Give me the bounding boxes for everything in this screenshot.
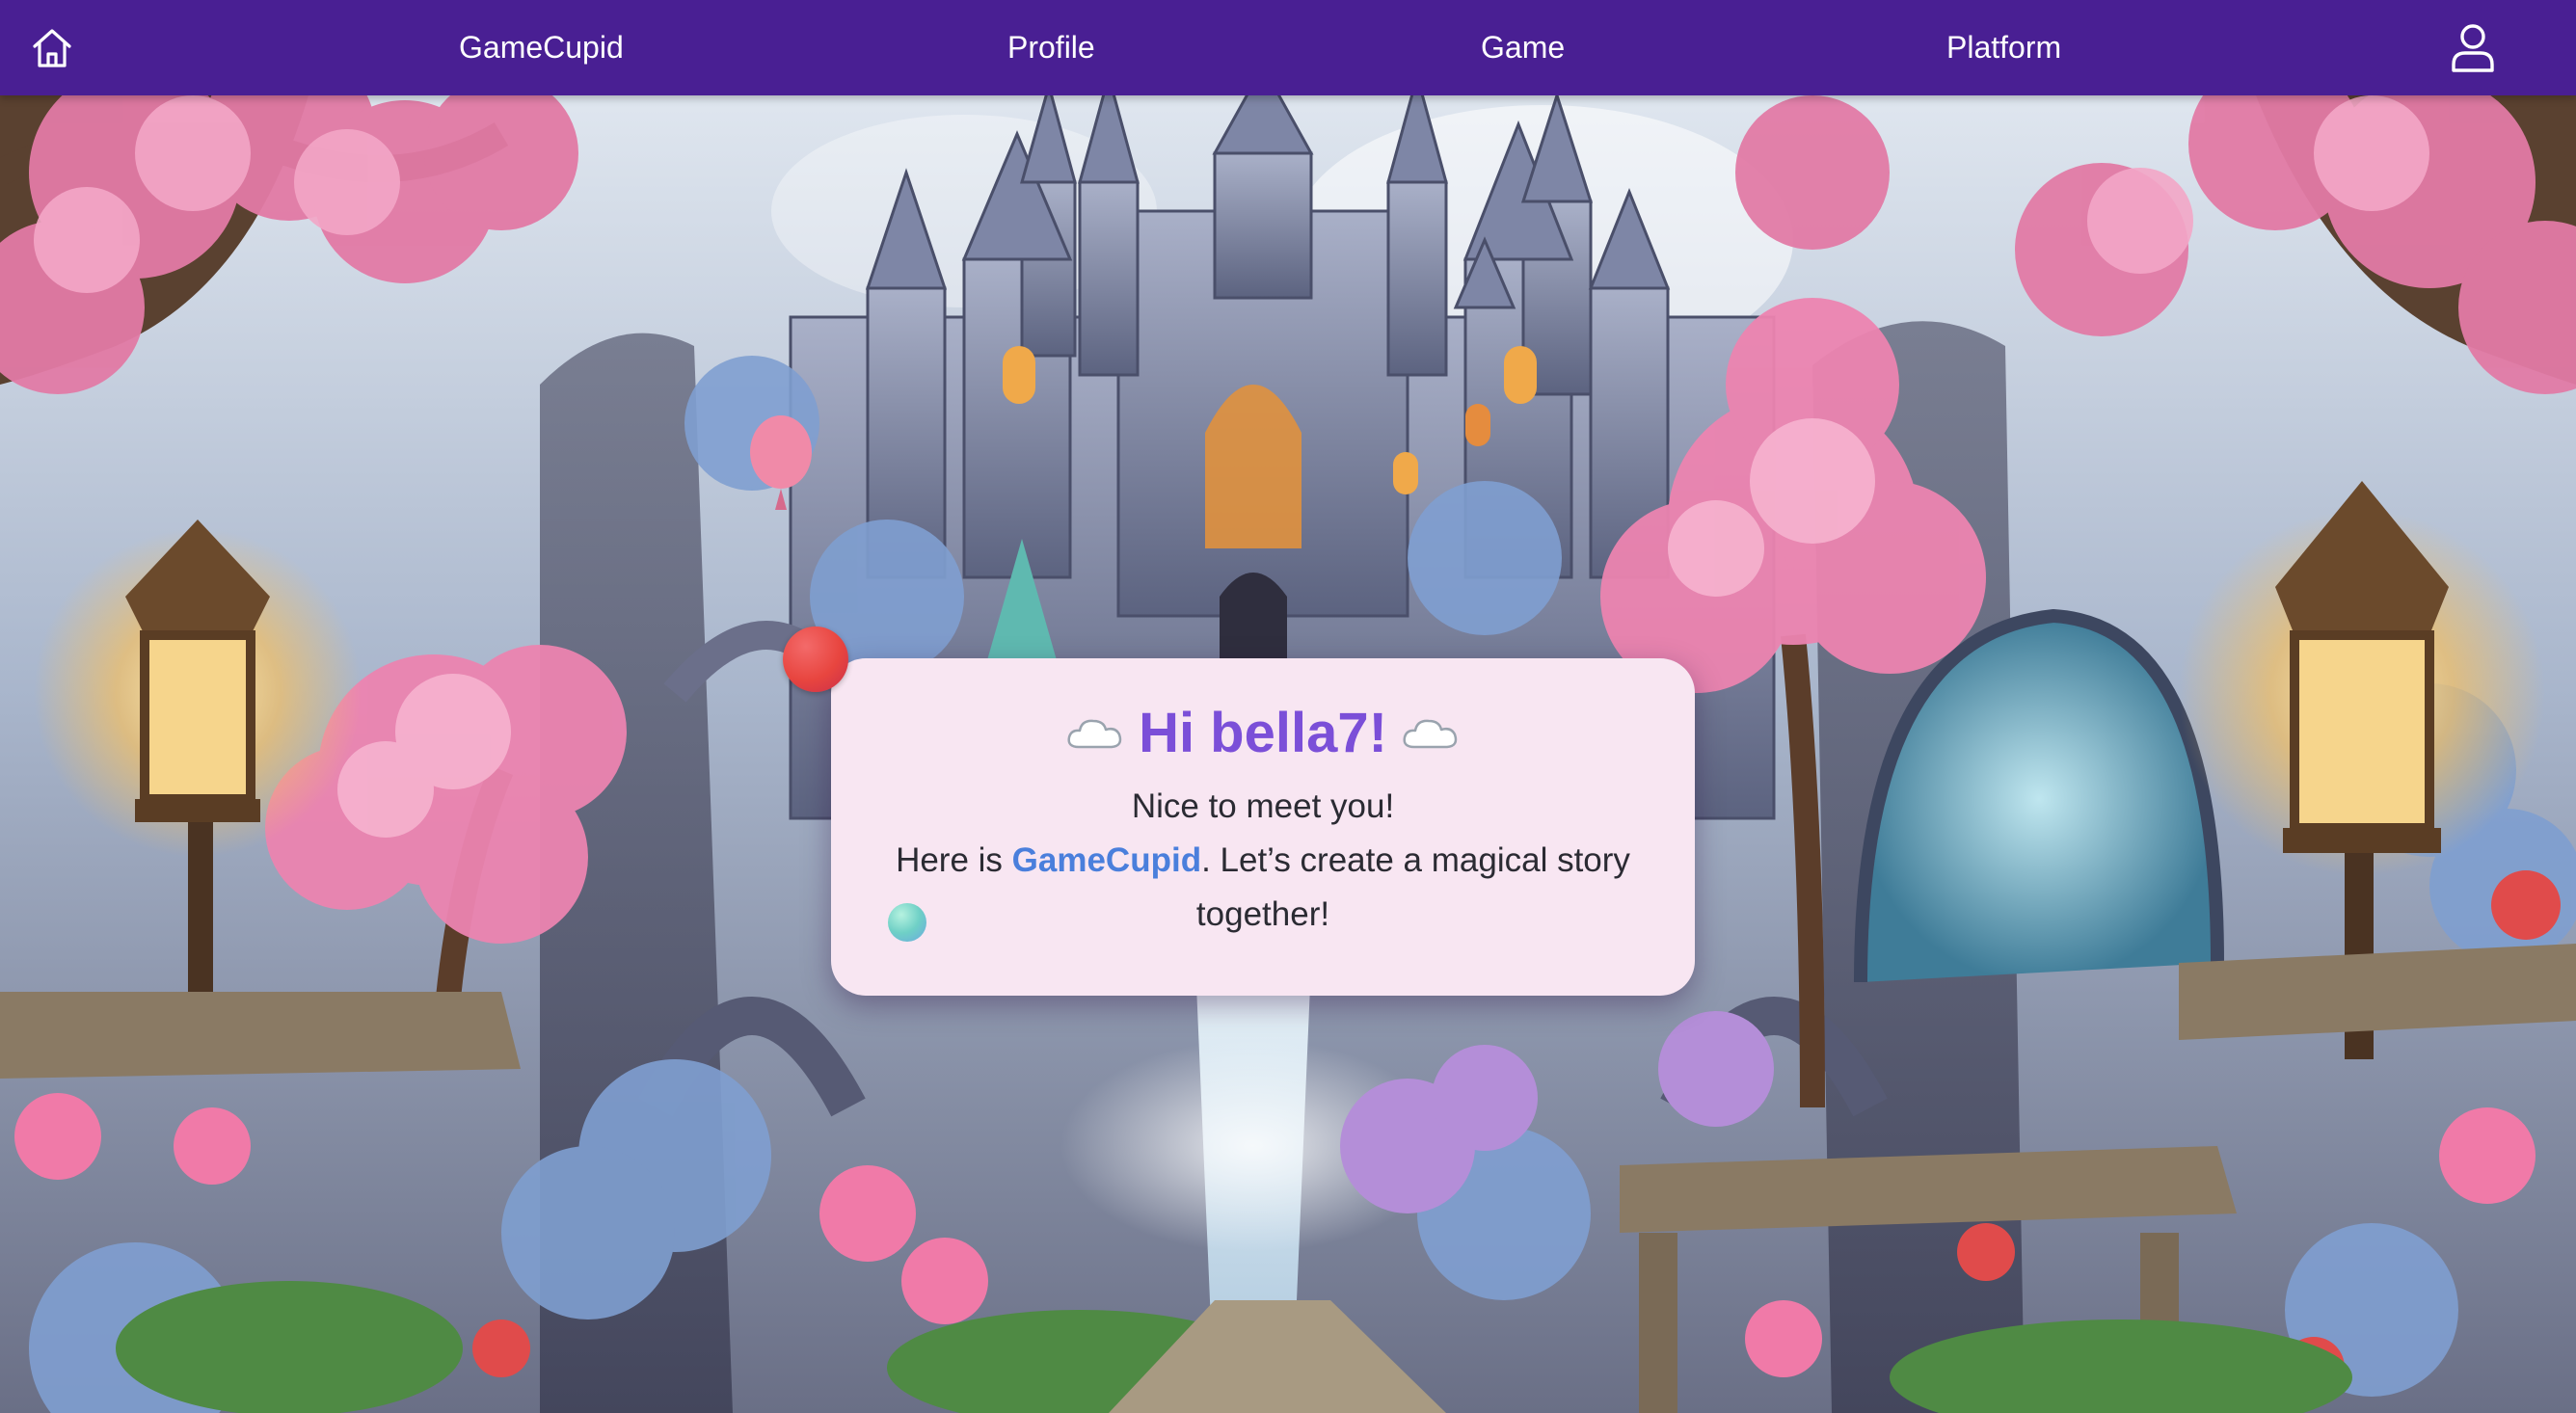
cloud-icon	[1403, 719, 1458, 749]
red-bubble-decoration	[783, 627, 848, 692]
teal-bubble-decoration	[888, 903, 926, 942]
cloud-icon	[1067, 719, 1122, 749]
dialog-line-intro: Here is GameCupid. Let’s create a magica…	[831, 834, 1695, 942]
greeting-heading: Hi bella7!	[831, 703, 1695, 764]
intro-suffix: . Let’s create a magical story together!	[1195, 841, 1630, 933]
home-icon	[33, 28, 71, 67]
nav-link-gamecupid[interactable]: GameCupid	[459, 0, 624, 95]
dialog-line-greeting: Nice to meet you!	[1131, 787, 1395, 825]
nav-link-platform[interactable]: Platform	[1946, 0, 2061, 95]
nav-link-game[interactable]: Game	[1481, 0, 1565, 95]
home-button[interactable]	[23, 0, 81, 95]
user-icon	[2452, 23, 2494, 72]
welcome-dialog: Hi bella7! Nice to meet you! Here is Gam…	[831, 658, 1695, 996]
user-account-button[interactable]	[2444, 0, 2502, 95]
nav-link-profile[interactable]: Profile	[1007, 0, 1095, 95]
page: GameCupid Profile Game Platform Hi bella…	[0, 0, 2576, 1413]
brand-highlight: GameCupid	[1011, 841, 1202, 879]
greeting-text: Hi bella7!	[1139, 702, 1387, 764]
top-navbar: GameCupid Profile Game Platform	[0, 0, 2576, 95]
intro-prefix: Here is	[896, 841, 1012, 879]
